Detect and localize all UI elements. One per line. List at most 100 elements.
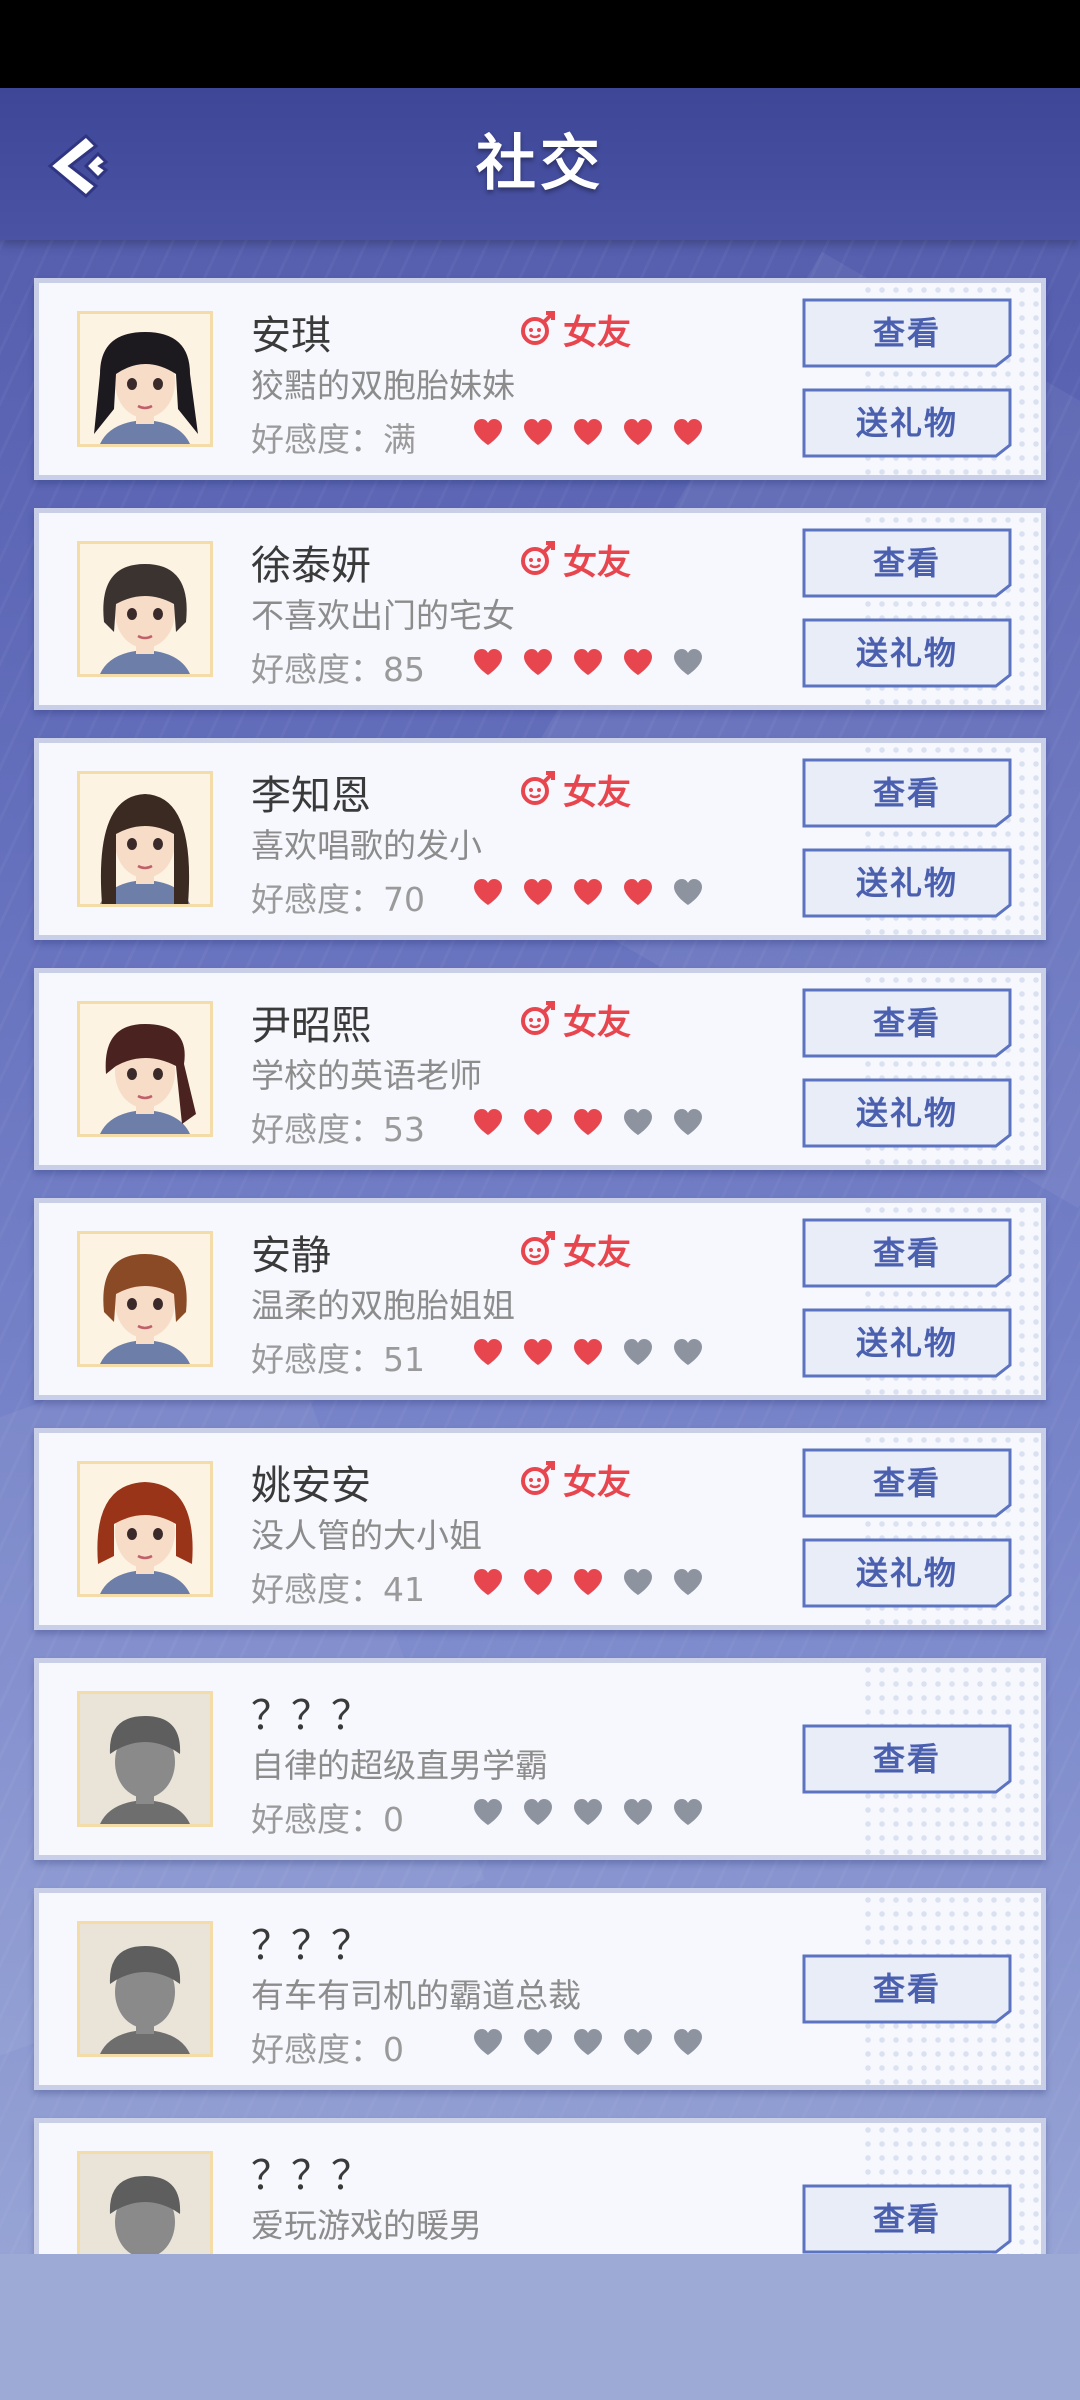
- character-card: 安琪 女友 狡黠的双胞胎妹妹 好感度：满 查看 送礼物: [34, 278, 1046, 480]
- view-button[interactable]: 查看: [801, 1953, 1013, 2025]
- affection-value: 0: [383, 1800, 404, 1839]
- status-bar: [0, 0, 1080, 88]
- heart-icon: [624, 1339, 652, 1365]
- view-button[interactable]: 查看: [801, 297, 1013, 369]
- girlfriend-badge: 女友: [519, 307, 631, 353]
- affection-hearts: [471, 2027, 721, 2057]
- affection-value: 51: [383, 1340, 425, 1379]
- heart-icon: [624, 649, 652, 675]
- affection-hearts: [471, 1337, 721, 1367]
- character-name: 姚安安: [251, 1463, 371, 1509]
- affection-hearts: [471, 417, 721, 447]
- send-gift-button[interactable]: 送礼物: [801, 1537, 1013, 1609]
- character-name: ？？？: [251, 1693, 371, 1739]
- affection-value: 满: [383, 420, 416, 459]
- view-button[interactable]: 查看: [801, 757, 1013, 829]
- view-button[interactable]: 查看: [801, 1447, 1013, 1519]
- female-symbol-icon: [521, 541, 555, 575]
- female-symbol-icon: [521, 771, 555, 805]
- heart-icon: [674, 1799, 702, 1825]
- character-name: 尹昭熙: [251, 1003, 371, 1049]
- send-gift-button[interactable]: 送礼物: [801, 1077, 1013, 1149]
- heart-icon: [574, 1339, 602, 1365]
- character-card: ？？？ 有车有司机的霸道总裁 好感度：0 查看: [34, 1888, 1046, 2090]
- affection-label: 好感度：满: [251, 420, 416, 459]
- heart-icon: [524, 1109, 552, 1135]
- character-description: 没人管的大小姐: [251, 1516, 482, 1555]
- character-card: 徐泰妍 女友 不喜欢出门的宅女 好感度：85 查看 送礼物: [34, 508, 1046, 710]
- heart-icon: [674, 1109, 702, 1135]
- character-avatar: [77, 1231, 213, 1367]
- character-card: 李知恩 女友 喜欢唱歌的发小 好感度：70 查看 送礼物: [34, 738, 1046, 940]
- heart-icon: [524, 1569, 552, 1595]
- affection-value: 0: [383, 2030, 404, 2069]
- character-description: 有车有司机的霸道总裁: [251, 1976, 581, 2015]
- heart-icon: [674, 879, 702, 905]
- character-name: ？？？: [251, 2153, 371, 2199]
- character-card: 尹昭熙 女友 学校的英语老师 好感度：53 查看送礼物: [34, 968, 1046, 1170]
- send-gift-button[interactable]: 送礼物: [801, 1307, 1013, 1379]
- affection-hearts: [471, 1797, 721, 1827]
- view-button[interactable]: 查看: [801, 1217, 1013, 1289]
- affection-value: 70: [383, 880, 425, 919]
- heart-icon: [474, 1109, 502, 1135]
- female-symbol-icon: [521, 1461, 555, 1495]
- girlfriend-badge: 女友: [519, 767, 631, 813]
- heart-icon: [524, 419, 552, 445]
- heart-icon: [574, 2029, 602, 2055]
- heart-icon: [574, 1799, 602, 1825]
- heart-icon: [624, 1569, 652, 1595]
- character-description: 温柔的双胞胎姐姐: [251, 1286, 515, 1325]
- heart-icon: [624, 1109, 652, 1135]
- view-button[interactable]: 查看: [801, 527, 1013, 599]
- character-avatar: [77, 1691, 213, 1827]
- affection-hearts: [471, 1107, 721, 1137]
- view-button[interactable]: 查看: [801, 987, 1013, 1059]
- character-avatar: [77, 1921, 213, 2057]
- header-bar: 社交: [0, 88, 1080, 240]
- heart-icon: [474, 419, 502, 445]
- heart-icon: [624, 419, 652, 445]
- heart-icon: [524, 2029, 552, 2055]
- heart-icon: [574, 649, 602, 675]
- affection-value: 53: [383, 1110, 425, 1149]
- girlfriend-badge: 女友: [519, 997, 631, 1043]
- character-name: 安静: [251, 1233, 331, 1279]
- character-avatar: [77, 771, 213, 907]
- girlfriend-badge: 女友: [519, 1457, 631, 1503]
- character-description: 狡黠的双胞胎妹妹: [251, 366, 515, 405]
- affection-label: 好感度：70: [251, 880, 425, 919]
- heart-icon: [674, 1339, 702, 1365]
- character-avatar: [77, 541, 213, 677]
- affection-label: 好感度：53: [251, 1110, 425, 1149]
- girlfriend-badge: 女友: [519, 1227, 631, 1273]
- heart-icon: [474, 1339, 502, 1365]
- heart-icon: [574, 419, 602, 445]
- heart-icon: [524, 879, 552, 905]
- character-description: 学校的英语老师: [251, 1056, 482, 1095]
- send-gift-button[interactable]: 送礼物: [801, 847, 1013, 919]
- send-gift-button[interactable]: 送礼物: [801, 617, 1013, 689]
- affection-label: 好感度：51: [251, 1340, 425, 1379]
- back-arrow-icon: [47, 133, 109, 199]
- social-list: 安琪 女友 狡黠的双胞胎妹妹 好感度：满 查看 送礼物 徐泰妍 女友 不喜欢出门的宅女 好感度：8…: [34, 278, 1046, 2348]
- character-name: 李知恩: [251, 773, 371, 819]
- heart-icon: [524, 649, 552, 675]
- character-name: 徐泰妍: [251, 543, 371, 589]
- character-avatar: [77, 1001, 213, 1137]
- back-button[interactable]: [36, 124, 120, 208]
- heart-icon: [474, 649, 502, 675]
- affection-hearts: [471, 1567, 721, 1597]
- character-avatar: [77, 1461, 213, 1597]
- view-button[interactable]: 查看: [801, 1723, 1013, 1795]
- character-description: 不喜欢出门的宅女: [251, 596, 515, 635]
- affection-label: 好感度：41: [251, 1570, 425, 1609]
- heart-icon: [474, 1569, 502, 1595]
- heart-icon: [624, 879, 652, 905]
- affection-label: 好感度：0: [251, 1800, 404, 1839]
- heart-icon: [624, 2029, 652, 2055]
- view-button[interactable]: 查看: [801, 2183, 1013, 2255]
- affection-label: 好感度：0: [251, 2030, 404, 2069]
- send-gift-button[interactable]: 送礼物: [801, 387, 1013, 459]
- female-symbol-icon: [521, 311, 555, 345]
